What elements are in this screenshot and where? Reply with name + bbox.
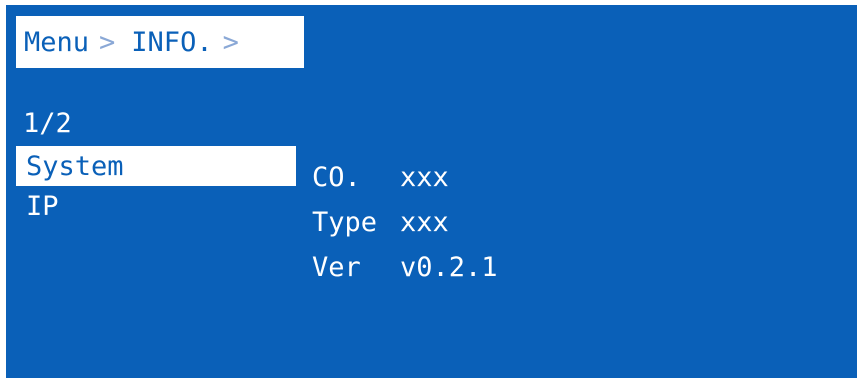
breadcrumb: Menu > INFO. > (16, 16, 304, 68)
breadcrumb-item-menu[interactable]: Menu (24, 29, 89, 56)
menu-list: System IP (16, 146, 296, 226)
info-value: xxx (400, 207, 449, 238)
info-value: v0.2.1 (400, 252, 498, 283)
info-key: Type (312, 207, 378, 238)
chevron-right-icon: > (99, 26, 116, 58)
info-row-company: CO. xxx (312, 164, 498, 209)
chevron-right-icon: > (222, 26, 239, 58)
menu-item-ip[interactable]: IP (16, 186, 296, 226)
page-indicator: 1/2 (23, 108, 72, 139)
breadcrumb-item-info[interactable]: INFO. (131, 29, 212, 56)
info-key: CO. (312, 162, 361, 193)
menu-item-system[interactable]: System (16, 146, 296, 186)
info-row-version: Ver v0.2.1 (312, 254, 498, 299)
info-key: Ver (312, 252, 361, 283)
info-row-type: Type xxx (312, 209, 498, 254)
info-value: xxx (400, 162, 449, 193)
device-screen: Menu > INFO. > 1/2 System IP CO. xxx Typ… (6, 5, 857, 378)
info-panel: CO. xxx Type xxx Ver v0.2.1 (312, 164, 498, 299)
